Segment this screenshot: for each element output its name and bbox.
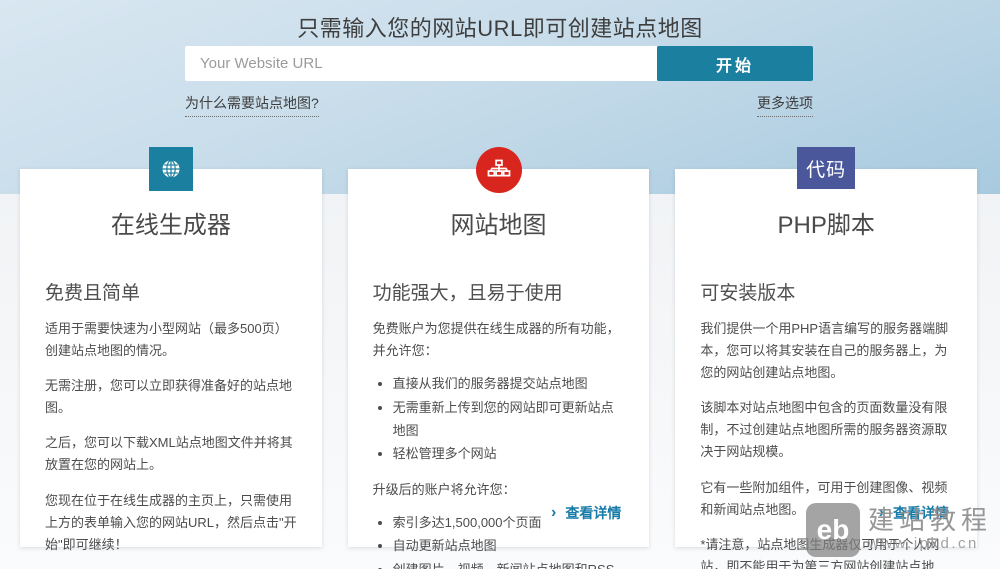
- free-features-list: 直接从我们的服务器提交站点地图 无需重新上传到您的网站即可更新站点地图 轻松管理…: [393, 372, 625, 466]
- list-item: 直接从我们的服务器提交站点地图: [393, 372, 625, 395]
- list-item: 无需重新上传到您的网站即可更新站点地图: [393, 396, 625, 443]
- card-subtitle: 可安装版本: [700, 283, 796, 304]
- start-button[interactable]: 开始: [657, 46, 813, 81]
- more-options-link[interactable]: 更多选项: [757, 93, 813, 117]
- card-title: 在线生成器: [110, 212, 231, 239]
- list-item: 轻松管理多个网站: [393, 442, 625, 465]
- watermark-url: www.ipkd.cn: [867, 535, 979, 553]
- card-paragraph: 无需注册，您可以立即获得准备好的站点地图。: [45, 378, 293, 416]
- card-paragraph: 之后，您可以下载XML站点地图文件并将其放置在您的网站上。: [45, 435, 293, 473]
- card-paragraph: 我们提供一个用PHP语言编写的服务器端脚本，您可以将其安装在自己的服务器上，为您…: [700, 321, 949, 381]
- card-paragraph: 您现在位于在线生成器的主页上，只需使用上方的表单输入您的网站URL，然后点击"开…: [45, 492, 297, 552]
- site-watermark: eb 建站教程 www.ipkd.cn: [805, 503, 992, 557]
- globe-icon: [148, 147, 193, 191]
- card-paragraph: 适用于需要快速为小型网站（最多500页）创建站点地图的情况。: [45, 321, 288, 359]
- page-title: 只需输入您的网站URL即可创建站点地图: [297, 16, 703, 41]
- details-link-sitemap[interactable]: › 查看详情: [551, 503, 621, 523]
- web-logo-icon: eb: [805, 503, 860, 557]
- card-title: 网站地图: [450, 212, 547, 239]
- card-paragraph: 免费账户为您提供在线生成器的所有功能，并允许您：: [372, 321, 620, 359]
- code-badge: 代码: [797, 147, 856, 189]
- url-form: 开始: [185, 46, 813, 81]
- card-paragraph: 该脚本对站点地图中包含的页面数量没有限制，不过创建站点地图所需的服务器资源取决于…: [700, 400, 948, 460]
- chevron-right-icon: ›: [551, 504, 557, 521]
- card-php-script: 代码 PHP脚本 可安装版本 我们提供一个用PHP语言编写的服务器端脚本，您可以…: [675, 147, 978, 569]
- card-online-generator: 在线生成器 免费且简单 适用于需要快速为小型网站（最多500页）创建站点地图的情…: [20, 147, 322, 552]
- card-title: PHP脚本: [777, 212, 875, 239]
- watermark-title: 建站教程: [867, 505, 992, 536]
- why-sitemap-link[interactable]: 为什么需要站点地图?: [185, 93, 319, 117]
- card-sitemap-account: 网站地图 功能强大，且易于使用 免费账户为您提供在线生成器的所有功能，并允许您：…: [347, 147, 650, 569]
- feature-cards: 在线生成器 免费且简单 适用于需要快速为小型网站（最多500页）创建站点地图的情…: [20, 147, 978, 569]
- card-paragraph: 升级后的账户将允许您：: [372, 481, 516, 497]
- website-url-input[interactable]: [185, 46, 657, 81]
- details-link-label: 查看详情: [565, 505, 622, 521]
- watermark-text: 建站教程 www.ipkd.cn: [867, 505, 992, 553]
- card-subtitle: 免费且简单: [45, 283, 141, 304]
- card-subtitle: 功能强大，且易于使用: [372, 283, 563, 304]
- sitemap-icon: [475, 147, 522, 193]
- list-item: 自动更新站点地图: [393, 534, 625, 557]
- list-item: 创建图片、视频、新闻站点地图和RSS源: [393, 558, 625, 569]
